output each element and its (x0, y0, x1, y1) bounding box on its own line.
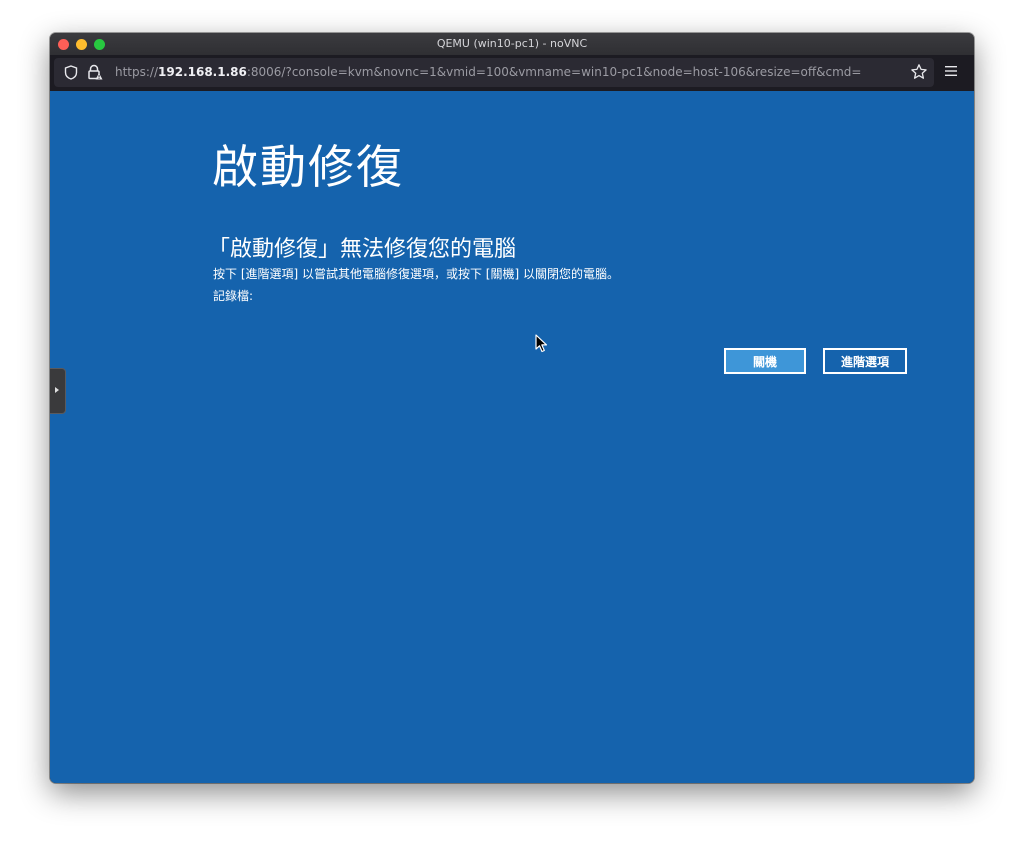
hamburger-menu-icon[interactable] (945, 65, 957, 77)
maximize-window-button[interactable] (94, 39, 105, 50)
window-titlebar[interactable]: QEMU (win10-pc1) - noVNC (50, 33, 974, 55)
url-path: :8006/?console=kvm&novnc=1&vmid=100&vmna… (246, 65, 862, 79)
shutdown-button[interactable]: 關機 (724, 348, 806, 374)
url-host: 192.168.1.86 (158, 65, 247, 79)
lock-icon[interactable] (87, 64, 103, 80)
mouse-cursor-icon (535, 334, 548, 353)
expand-arrow-icon (55, 387, 59, 393)
url-scheme: https:// (115, 65, 159, 79)
description-text: 按下 [進階選項] 以嘗試其他電腦修復選項，或按下 [關機] 以關閉您的電腦。 (213, 267, 619, 281)
log-file-label: 記錄檔: (213, 289, 254, 303)
advanced-options-button[interactable]: 進階選項 (823, 348, 907, 374)
shield-icon[interactable] (64, 65, 78, 80)
browser-toolbar: https://192.168.1.86:8006/?console=kvm&n… (50, 55, 974, 92)
vnc-screen[interactable]: 啟動修復 「啟動修復」無法修復您的電腦 按下 [進階選項] 以嘗試其他電腦修復選… (50, 91, 974, 783)
window-title: QEMU (win10-pc1) - noVNC (436, 37, 588, 50)
novnc-control-bar-handle[interactable] (50, 368, 66, 414)
minimize-window-button[interactable] (76, 39, 87, 50)
close-window-button[interactable] (58, 39, 69, 50)
address-bar[interactable]: https://192.168.1.86:8006/?console=kvm&n… (54, 58, 934, 87)
page-title: 啟動修復 (212, 140, 404, 194)
url-text[interactable]: https://192.168.1.86:8006/?console=kvm&n… (115, 58, 895, 87)
star-icon[interactable] (910, 63, 928, 81)
page-subtitle: 「啟動修復」無法修復您的電腦 (208, 237, 517, 262)
browser-window: QEMU (win10-pc1) - noVNC https://192.168… (50, 33, 974, 783)
